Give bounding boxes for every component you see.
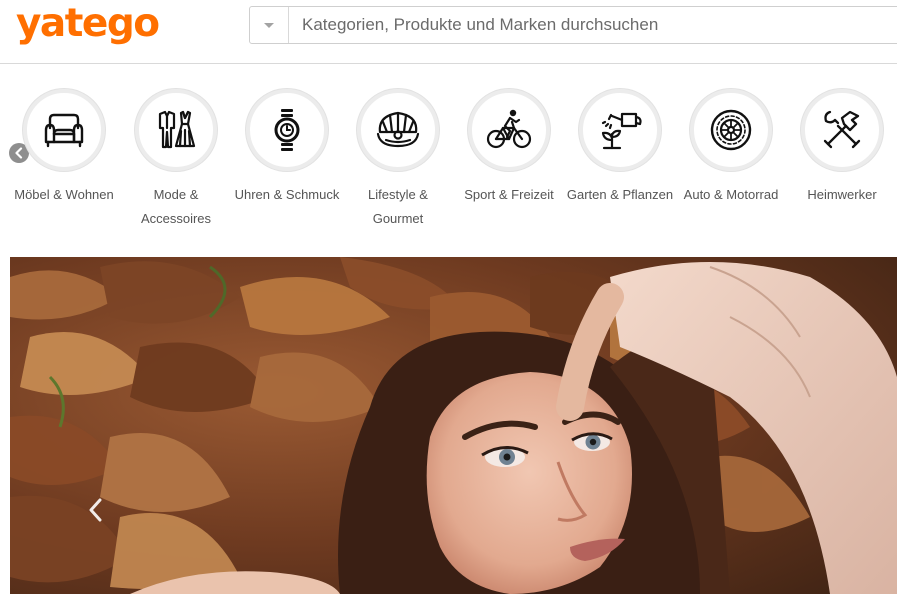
category-label: Mode & Accessoires (140, 187, 212, 226)
chevron-left-icon (89, 498, 102, 522)
clothing-icon (158, 110, 196, 149)
category-lifestyle-gourmet[interactable]: Lifestyle & Gourmet (342, 89, 454, 231)
category-circle (801, 89, 883, 171)
yatego-logo[interactable]: yatego (16, 1, 160, 47)
search-input[interactable] (290, 7, 890, 43)
watering-can-icon (601, 112, 642, 150)
tools-icon (823, 110, 861, 149)
category-sport-freizeit[interactable]: Sport & Freizeit (453, 89, 565, 207)
category-label: Auto & Motorrad (683, 187, 779, 202)
header: yatego (0, 0, 897, 64)
search-bar (249, 6, 897, 44)
category-circle (690, 89, 772, 171)
hero-image (10, 257, 897, 594)
tire-icon (710, 109, 752, 151)
category-circle (579, 89, 661, 171)
category-mode-accessoires[interactable]: Mode & Accessoires (120, 89, 232, 231)
category-moebel-wohnen[interactable]: Möbel & Wohnen (8, 89, 120, 207)
category-circle (468, 89, 550, 171)
category-carousel: Möbel & Wohnen Mode & Accessoires Uhren … (0, 65, 897, 255)
category-label: Möbel & Wohnen (14, 187, 114, 202)
category-circle (23, 89, 105, 171)
category-heimwerker[interactable]: Heimwerker (786, 89, 897, 207)
category-circle (357, 89, 439, 171)
armchair-icon (44, 113, 84, 148)
cyclist-icon (486, 109, 532, 149)
category-circle (246, 89, 328, 171)
category-label: Lifestyle & Gourmet (368, 187, 428, 226)
category-uhren-schmuck[interactable]: Uhren & Schmuck (231, 89, 343, 207)
shell-icon (376, 111, 420, 148)
hero-banner[interactable] (10, 257, 897, 594)
hero-prev-button[interactable] (84, 495, 108, 525)
category-label: Heimwerker (807, 187, 877, 202)
watch-icon (274, 109, 300, 151)
category-label: Sport & Freizeit (464, 187, 554, 202)
category-circle (135, 89, 217, 171)
category-label: Uhren & Schmuck (234, 187, 340, 202)
category-auto-motorrad[interactable]: Auto & Motorrad (675, 89, 787, 207)
category-garten-pflanzen[interactable]: Garten & Pflanzen (564, 89, 676, 207)
category-label: Garten & Pflanzen (566, 187, 674, 202)
search-category-dropdown[interactable] (250, 7, 289, 43)
chevron-down-icon (264, 22, 274, 28)
